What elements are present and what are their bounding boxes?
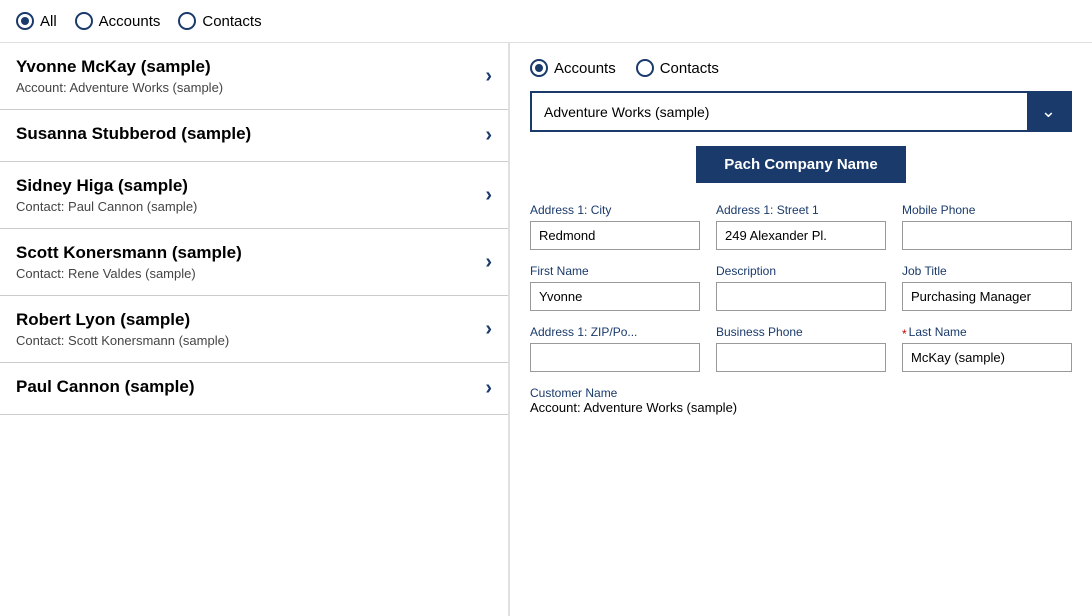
list-item-name: Paul Cannon (sample) — [16, 377, 477, 397]
list-item-name: Yvonne McKay (sample) — [16, 57, 477, 77]
right-radio-contacts-circle — [636, 59, 654, 77]
last-name-label: Last Name — [909, 325, 967, 339]
patch-company-name-button[interactable]: Pach Company Name — [696, 146, 905, 183]
field-address1-zip: Address 1: ZIP/Po... — [530, 325, 700, 372]
radio-accounts-label: Accounts — [99, 13, 161, 30]
radio-accounts-circle — [75, 12, 93, 30]
chevron-right-icon: › — [485, 65, 492, 88]
last-name-input[interactable] — [902, 343, 1072, 372]
list-item-name: Robert Lyon (sample) — [16, 310, 477, 330]
address1-zip-input[interactable] — [530, 343, 700, 372]
field-address1-city: Address 1: City — [530, 203, 700, 250]
address1-street1-label: Address 1: Street 1 — [716, 203, 886, 217]
required-star-icon: * — [902, 327, 907, 341]
top-radio-contacts[interactable]: Contacts — [178, 12, 261, 30]
list-item[interactable]: Robert Lyon (sample) Contact: Scott Koner… — [0, 296, 508, 363]
right-detail-panel: Accounts Contacts Adventure Works (sampl… — [510, 43, 1092, 616]
account-dropdown[interactable]: Adventure Works (sample) ⌄ — [530, 91, 1072, 132]
right-radio-accounts-circle — [530, 59, 548, 77]
right-filter-group: Accounts Contacts — [530, 59, 1072, 77]
field-description: Description — [716, 264, 886, 311]
main-content: Yvonne McKay (sample) Account: Adventure … — [0, 43, 1092, 616]
list-item[interactable]: Yvonne McKay (sample) Account: Adventure … — [0, 43, 508, 110]
last-name-label-container: * Last Name — [902, 325, 1072, 343]
list-item-sub: Contact: Rene Valdes (sample) — [16, 266, 477, 281]
customer-name-section: Customer Name Account: Adventure Works (… — [530, 386, 1072, 415]
list-item-content: Yvonne McKay (sample) Account: Adventure … — [16, 57, 477, 95]
radio-all-circle — [16, 12, 34, 30]
dropdown-value-text: Adventure Works (sample) — [532, 96, 1027, 128]
radio-contacts-circle — [178, 12, 196, 30]
address1-city-label: Address 1: City — [530, 203, 700, 217]
top-radio-all[interactable]: All — [16, 12, 57, 30]
list-item-sub: Account: Adventure Works (sample) — [16, 80, 477, 95]
mobile-phone-input[interactable] — [902, 221, 1072, 250]
list-item[interactable]: Susanna Stubberod (sample) › — [0, 110, 508, 162]
list-item[interactable]: Scott Konersmann (sample) Contact: Rene V… — [0, 229, 508, 296]
first-name-label: First Name — [530, 264, 700, 278]
dropdown-chevron-button[interactable]: ⌄ — [1027, 93, 1070, 130]
customer-name-value: Account: Adventure Works (sample) — [530, 400, 1072, 415]
chevron-right-icon: › — [485, 184, 492, 207]
address1-city-input[interactable] — [530, 221, 700, 250]
field-mobile-phone: Mobile Phone — [902, 203, 1072, 250]
chevron-right-icon: › — [485, 251, 492, 274]
chevron-down-icon: ⌄ — [1041, 101, 1056, 122]
list-item-content: Paul Cannon (sample) — [16, 377, 477, 400]
mobile-phone-label: Mobile Phone — [902, 203, 1072, 217]
list-item-content: Susanna Stubberod (sample) — [16, 124, 477, 147]
field-address1-street1: Address 1: Street 1 — [716, 203, 886, 250]
list-item[interactable]: Sidney Higa (sample) Contact: Paul Cannon… — [0, 162, 508, 229]
list-item-sub: Contact: Scott Konersmann (sample) — [16, 333, 477, 348]
field-business-phone: Business Phone — [716, 325, 886, 372]
radio-all-label: All — [40, 13, 57, 30]
first-name-input[interactable] — [530, 282, 700, 311]
chevron-right-icon: › — [485, 124, 492, 147]
left-list-panel: Yvonne McKay (sample) Account: Adventure … — [0, 43, 510, 616]
chevron-right-icon: › — [485, 318, 492, 341]
list-item-name: Sidney Higa (sample) — [16, 176, 477, 196]
job-title-input[interactable] — [902, 282, 1072, 311]
field-job-title: Job Title — [902, 264, 1072, 311]
top-radio-accounts[interactable]: Accounts — [75, 12, 161, 30]
list-item[interactable]: Paul Cannon (sample) › — [0, 363, 508, 415]
address1-street1-input[interactable] — [716, 221, 886, 250]
right-radio-accounts[interactable]: Accounts — [530, 59, 616, 77]
description-input[interactable] — [716, 282, 886, 311]
list-item-content: Sidney Higa (sample) Contact: Paul Cannon… — [16, 176, 477, 214]
top-filter-bar: All Accounts Contacts — [0, 0, 1092, 43]
chevron-right-icon: › — [485, 377, 492, 400]
list-item-name: Susanna Stubberod (sample) — [16, 124, 477, 144]
top-radio-group: All Accounts Contacts — [16, 12, 262, 30]
list-item-content: Robert Lyon (sample) Contact: Scott Koner… — [16, 310, 477, 348]
field-first-name: First Name — [530, 264, 700, 311]
address1-zip-label: Address 1: ZIP/Po... — [530, 325, 700, 339]
description-label: Description — [716, 264, 886, 278]
business-phone-label: Business Phone — [716, 325, 886, 339]
customer-name-label: Customer Name — [530, 386, 1072, 400]
list-item-content: Scott Konersmann (sample) Contact: Rene V… — [16, 243, 477, 281]
right-radio-contacts-label: Contacts — [660, 60, 719, 77]
right-radio-contacts[interactable]: Contacts — [636, 59, 719, 77]
field-last-name: * Last Name — [902, 325, 1072, 372]
list-item-sub: Contact: Paul Cannon (sample) — [16, 199, 477, 214]
list-item-name: Scott Konersmann (sample) — [16, 243, 477, 263]
right-radio-accounts-label: Accounts — [554, 60, 616, 77]
business-phone-input[interactable] — [716, 343, 886, 372]
job-title-label: Job Title — [902, 264, 1072, 278]
radio-contacts-label: Contacts — [202, 13, 261, 30]
form-grid: Address 1: City Address 1: Street 1 Mobi… — [530, 203, 1072, 372]
